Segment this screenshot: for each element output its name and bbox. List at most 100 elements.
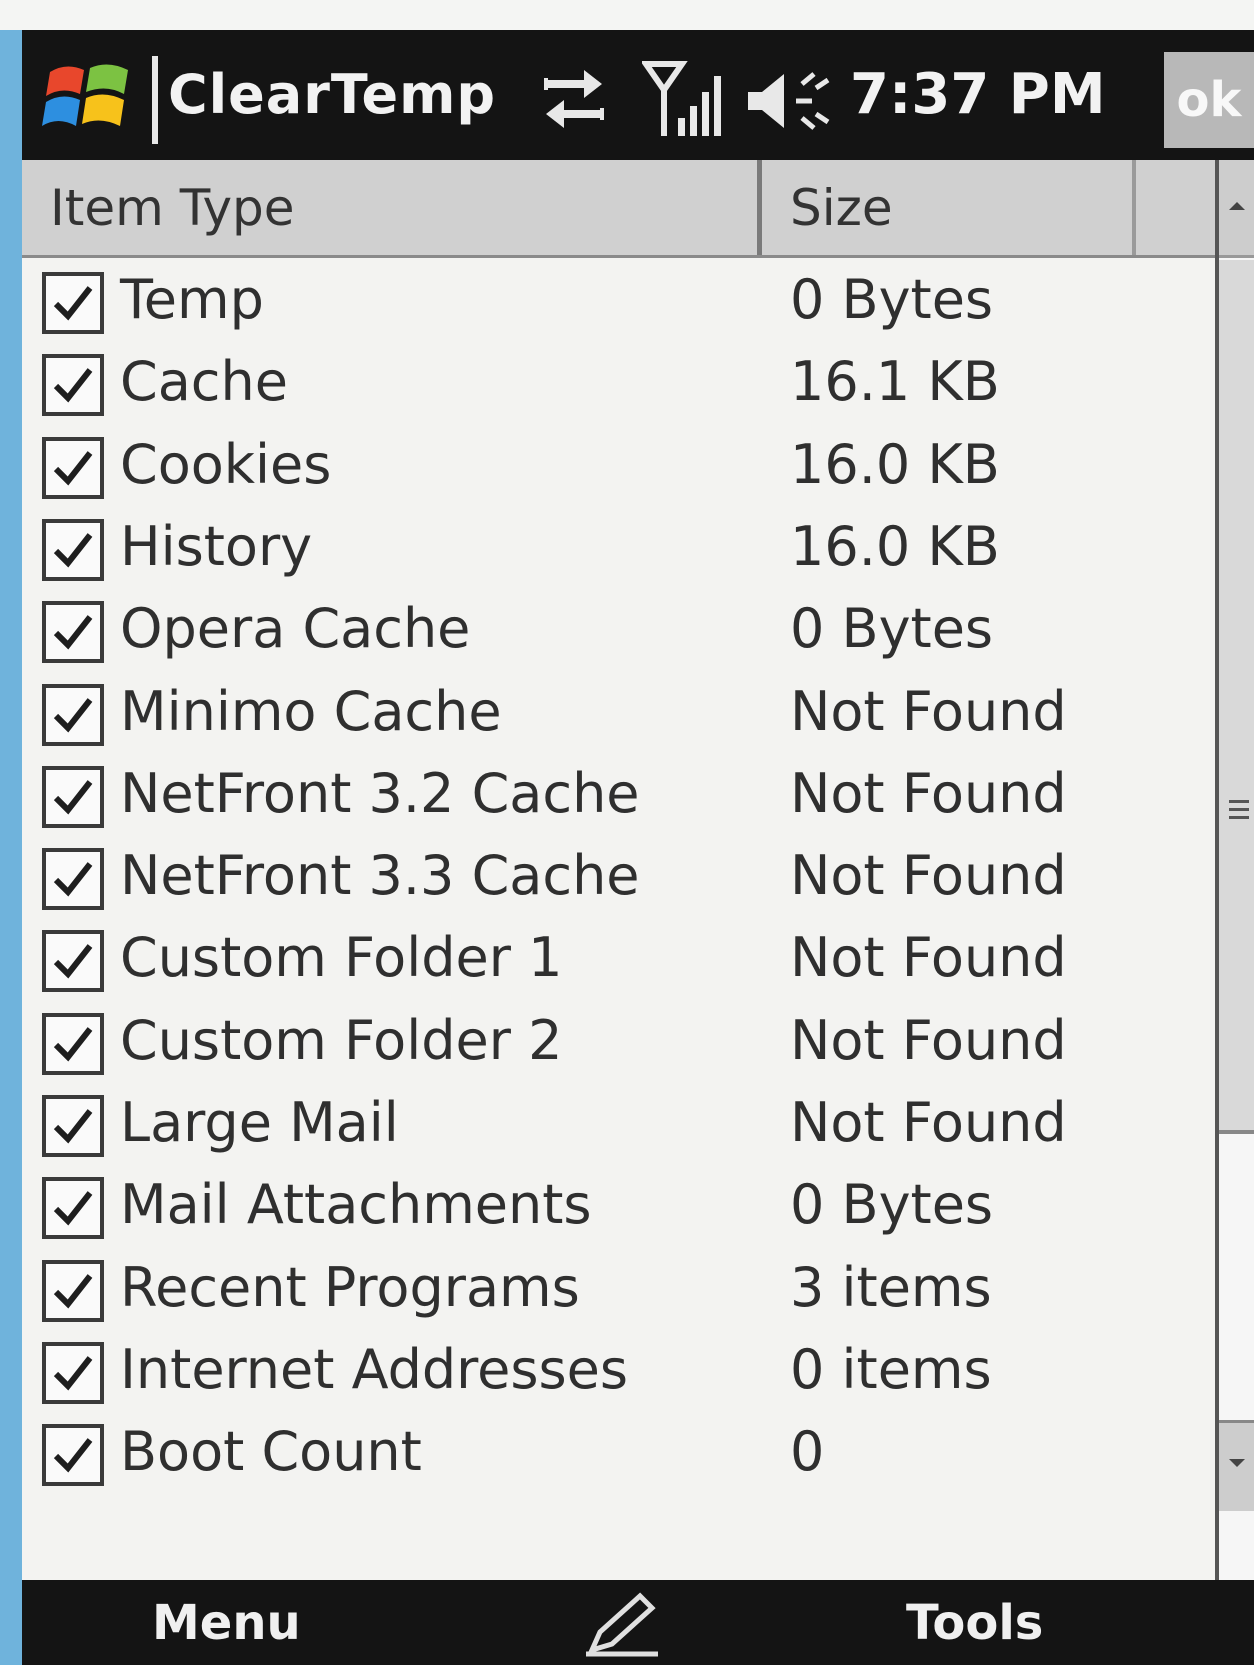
ok-button[interactable]: ok: [1164, 52, 1254, 148]
item-size-value: Not Found: [790, 1008, 1067, 1072]
checkbox[interactable]: [42, 1341, 104, 1404]
item-type-label: Temp: [120, 268, 264, 331]
scroll-up-arrow-icon[interactable]: [1219, 160, 1254, 258]
scrollbar-thumb[interactable]: [1219, 260, 1254, 1134]
item-type-label: Boot Count: [120, 1420, 422, 1484]
checkbox[interactable]: [42, 848, 104, 911]
item-type-label: Minimo Cache: [120, 679, 502, 743]
checkbox[interactable]: [42, 1424, 104, 1487]
pocket-pc-window: ClearTemp 7:37 PM ok Item Type Size Temp…: [22, 30, 1254, 1665]
list-item[interactable]: Cookies 16.0 KB: [22, 423, 1215, 511]
list-item[interactable]: History 16.0 KB: [22, 505, 1215, 593]
item-list: Temp 0 Bytes Cache 16.1 KB Cookies 16.0 KB His…: [22, 258, 1215, 1580]
list-item[interactable]: Cache 16.1 KB: [22, 340, 1215, 428]
item-type-label: Opera Cache: [120, 597, 471, 661]
checkmark-icon: [53, 1438, 93, 1473]
vertical-scrollbar[interactable]: [1215, 160, 1254, 1580]
item-type-label: Cache: [120, 350, 288, 414]
volume-icon[interactable]: [744, 66, 840, 136]
checkbox[interactable]: [42, 272, 104, 334]
cleanup-list-view: Item Type Size Temp 0 Bytes Cache 16.1 KB Co…: [22, 160, 1254, 1580]
screen-top-edge: [0, 0, 1254, 30]
checkmark-icon: [53, 944, 93, 979]
checkmark-icon: [53, 1026, 93, 1062]
list-item[interactable]: Mail Attachments 0 Bytes: [22, 1163, 1215, 1251]
item-size-value: Not Found: [790, 844, 1067, 908]
item-size-value: 0 Bytes: [790, 268, 994, 331]
item-size-value: 16.1 KB: [790, 350, 1000, 414]
checkmark-icon: [53, 450, 93, 486]
list-item[interactable]: NetFront 3.3 Cache Not Found: [22, 834, 1215, 922]
item-type-label: NetFront 3.2 Cache: [120, 761, 640, 825]
list-item[interactable]: Temp 0 Bytes: [22, 258, 1215, 346]
checkbox[interactable]: [42, 930, 104, 993]
checkbox[interactable]: [42, 1095, 104, 1157]
column-header-size[interactable]: Size: [762, 160, 1136, 255]
list-item[interactable]: Internet Addresses 0 items: [22, 1328, 1215, 1416]
tools-button[interactable]: Tools: [906, 1588, 1043, 1658]
checkmark-icon: [53, 1109, 93, 1144]
checkmark-icon: [53, 862, 93, 897]
checkmark-icon: [53, 533, 93, 568]
list-item[interactable]: Custom Folder 2 Not Found: [22, 999, 1215, 1087]
menu-button[interactable]: Menu: [152, 1588, 301, 1658]
item-size-value: 16.0 KB: [790, 514, 1000, 578]
sync-icon[interactable]: [534, 64, 614, 134]
app-title: ClearTemp: [168, 63, 497, 126]
scrollbar-grip-icon: [1229, 800, 1249, 824]
item-type-label: Internet Addresses: [120, 1337, 628, 1401]
checkbox[interactable]: [42, 765, 104, 828]
signal-icon[interactable]: [642, 58, 728, 140]
item-size-value: 0 items: [790, 1337, 992, 1401]
item-size-value: Not Found: [790, 1091, 1067, 1154]
item-type-label: History: [120, 514, 313, 578]
list-item[interactable]: NetFront 3.2 Cache Not Found: [22, 752, 1215, 840]
clock[interactable]: 7:37 PM: [850, 60, 1106, 130]
item-size-value: 16.0 KB: [790, 432, 1000, 496]
column-header-item-type-label: Item Type: [50, 179, 295, 237]
item-size-value: 3 items: [790, 1255, 992, 1319]
column-header-size-label: Size: [790, 179, 893, 237]
checkbox[interactable]: [42, 1012, 104, 1075]
checkmark-icon: [53, 368, 93, 403]
item-size-value: Not Found: [790, 679, 1067, 743]
item-size-value: 0 Bytes: [790, 597, 994, 661]
checkmark-icon: [53, 286, 93, 321]
checkmark-icon: [53, 1273, 93, 1309]
column-header-item-type[interactable]: Item Type: [22, 160, 762, 255]
checkbox[interactable]: [42, 1177, 104, 1240]
item-type-label: Recent Programs: [120, 1255, 580, 1319]
list-item[interactable]: Recent Programs 3 items: [22, 1246, 1215, 1334]
item-type-label: Custom Folder 1: [120, 926, 563, 990]
title-separator: [152, 56, 158, 144]
checkbox[interactable]: [42, 436, 104, 499]
checkbox[interactable]: [42, 518, 104, 581]
title-bar: ClearTemp 7:37 PM ok: [22, 30, 1254, 160]
item-size-value: Not Found: [790, 761, 1067, 825]
checkmark-icon: [53, 1356, 93, 1391]
checkbox[interactable]: [42, 1259, 104, 1322]
windows-start-icon[interactable]: [42, 52, 134, 140]
soft-key-bar: Menu Tools: [22, 1580, 1254, 1665]
list-item[interactable]: Large Mail Not Found: [22, 1081, 1215, 1169]
item-type-label: NetFront 3.3 Cache: [120, 844, 640, 908]
checkmark-icon: [53, 1191, 93, 1226]
list-item[interactable]: Custom Folder 1 Not Found: [22, 916, 1215, 1004]
item-type-label: Custom Folder 2: [120, 1008, 563, 1072]
column-header-row: Item Type Size: [22, 160, 1215, 258]
checkmark-icon: [53, 615, 93, 650]
checkmark-icon: [53, 697, 93, 733]
pencil-icon[interactable]: [582, 1590, 662, 1658]
checkbox[interactable]: [42, 683, 104, 746]
item-size-value: 0: [790, 1420, 825, 1484]
checkbox[interactable]: [42, 354, 104, 417]
list-item[interactable]: Boot Count 0: [22, 1410, 1215, 1498]
list-item[interactable]: Opera Cache 0 Bytes: [22, 587, 1215, 675]
checkbox[interactable]: [42, 601, 104, 664]
item-type-label: Large Mail: [120, 1091, 399, 1154]
scroll-down-arrow-icon[interactable]: [1219, 1420, 1254, 1511]
list-item[interactable]: Minimo Cache Not Found: [22, 670, 1215, 758]
item-size-value: Not Found: [790, 926, 1067, 990]
checkmark-icon: [53, 779, 93, 815]
item-type-label: Cookies: [120, 432, 332, 496]
